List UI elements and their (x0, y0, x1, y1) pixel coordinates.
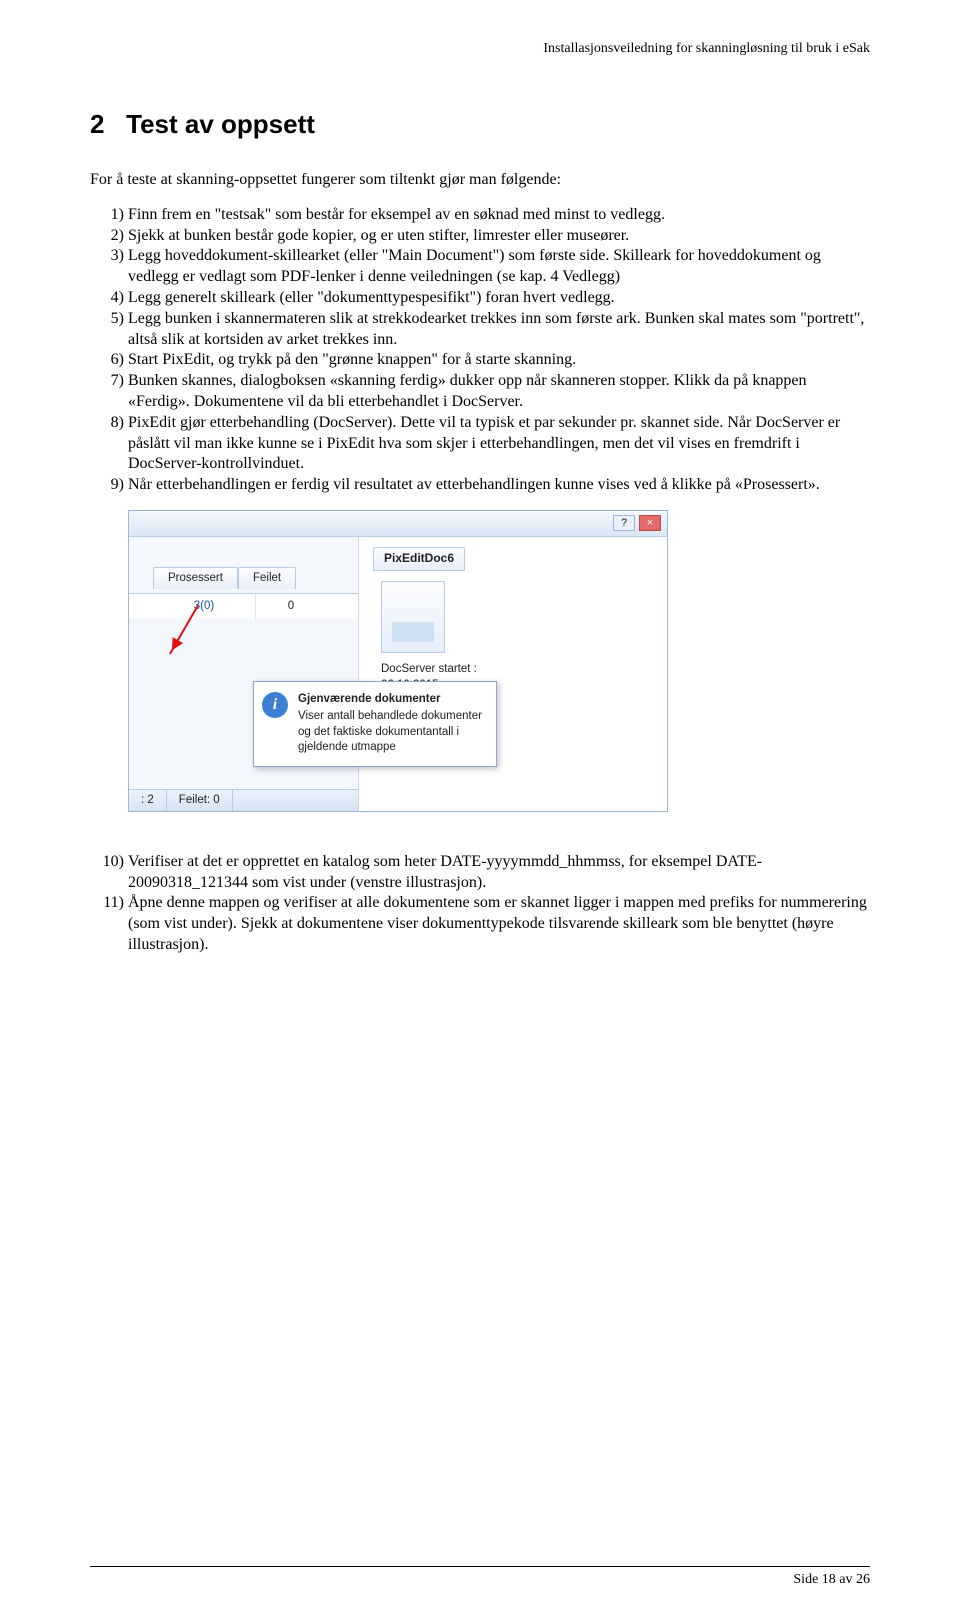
tooltip-body: Viser antall behandlede dokumenter og de… (298, 709, 486, 756)
numbered-list-continued: 10)Verifiser at det er opprettet en kata… (90, 852, 870, 956)
left-pane: Prosessert Feilet 3(0) 0 : 2 Feilet: 0 (129, 537, 359, 811)
document-icon (381, 581, 445, 653)
section-number: 2 (90, 109, 104, 139)
tooltip-title: Gjenværende dokumenter (298, 692, 486, 708)
status-right: Feilet: 0 (167, 790, 233, 811)
tab-failed[interactable]: Feilet (238, 567, 296, 589)
list-item: 6)Start PixEdit, og trykk på den "grønne… (128, 350, 870, 371)
help-button[interactable]: ? (613, 515, 635, 531)
status-left: : 2 (129, 790, 167, 811)
status-bar: : 2 Feilet: 0 (129, 789, 358, 811)
window-body: Prosessert Feilet 3(0) 0 : 2 Feilet: 0 P… (129, 537, 667, 811)
window-titlebar: ? × (129, 511, 667, 537)
list-item: 7)Bunken skannes, dialogboksen «skanning… (128, 371, 870, 413)
running-header: Installasjonsveiledning for skanningløsn… (90, 40, 870, 58)
right-pane: PixEditDoc6 DocServer startet : 06.10.20… (359, 537, 667, 811)
section-heading: 2 Test av oppsett (90, 108, 870, 142)
list-item: 10)Verifiser at det er opprettet en kata… (128, 852, 870, 894)
list-item: 9)Når etterbehandlingen er ferdig vil re… (128, 475, 870, 496)
list-item: 11)Åpne denne mappen og verifiser at all… (128, 893, 870, 955)
numbered-list: 1)Finn frem en "testsak" som består for … (90, 205, 870, 496)
tab-processed[interactable]: Prosessert (153, 567, 238, 589)
info-icon: i (262, 692, 288, 718)
list-item: 3)Legg hoveddokument-skillearket (eller … (128, 246, 870, 288)
intro-paragraph: For å teste at skanning-oppsettet funger… (90, 170, 870, 191)
failed-count: 0 (256, 594, 326, 619)
list-item: 8)PixEdit gjør etterbehandling (DocServe… (128, 413, 870, 475)
list-item: 2)Sjekk at bunken består gode kopier, og… (128, 226, 870, 247)
document-page: Installasjonsveiledning for skanningløsn… (0, 0, 960, 1613)
page-footer: Side 18 av 26 (90, 1566, 870, 1589)
list-item: 5)Legg bunken i skannermateren slik at s… (128, 309, 870, 351)
page-number: Side 18 av 26 (793, 1572, 870, 1587)
embedded-screenshot: ? × Prosessert Feilet 3(0) 0 : 2 (128, 510, 870, 812)
docserver-window: ? × Prosessert Feilet 3(0) 0 : 2 (128, 510, 668, 812)
close-button[interactable]: × (639, 515, 661, 531)
tooltip: i Gjenværende dokumenter Viser antall be… (253, 681, 497, 767)
processed-count[interactable]: 3(0) (153, 594, 256, 619)
section-title-text: Test av oppsett (126, 109, 315, 139)
list-item: 4)Legg generelt skilleark (eller "dokume… (128, 288, 870, 309)
list-item: 1)Finn frem en "testsak" som består for … (128, 205, 870, 226)
right-pane-title: PixEditDoc6 (373, 547, 465, 571)
